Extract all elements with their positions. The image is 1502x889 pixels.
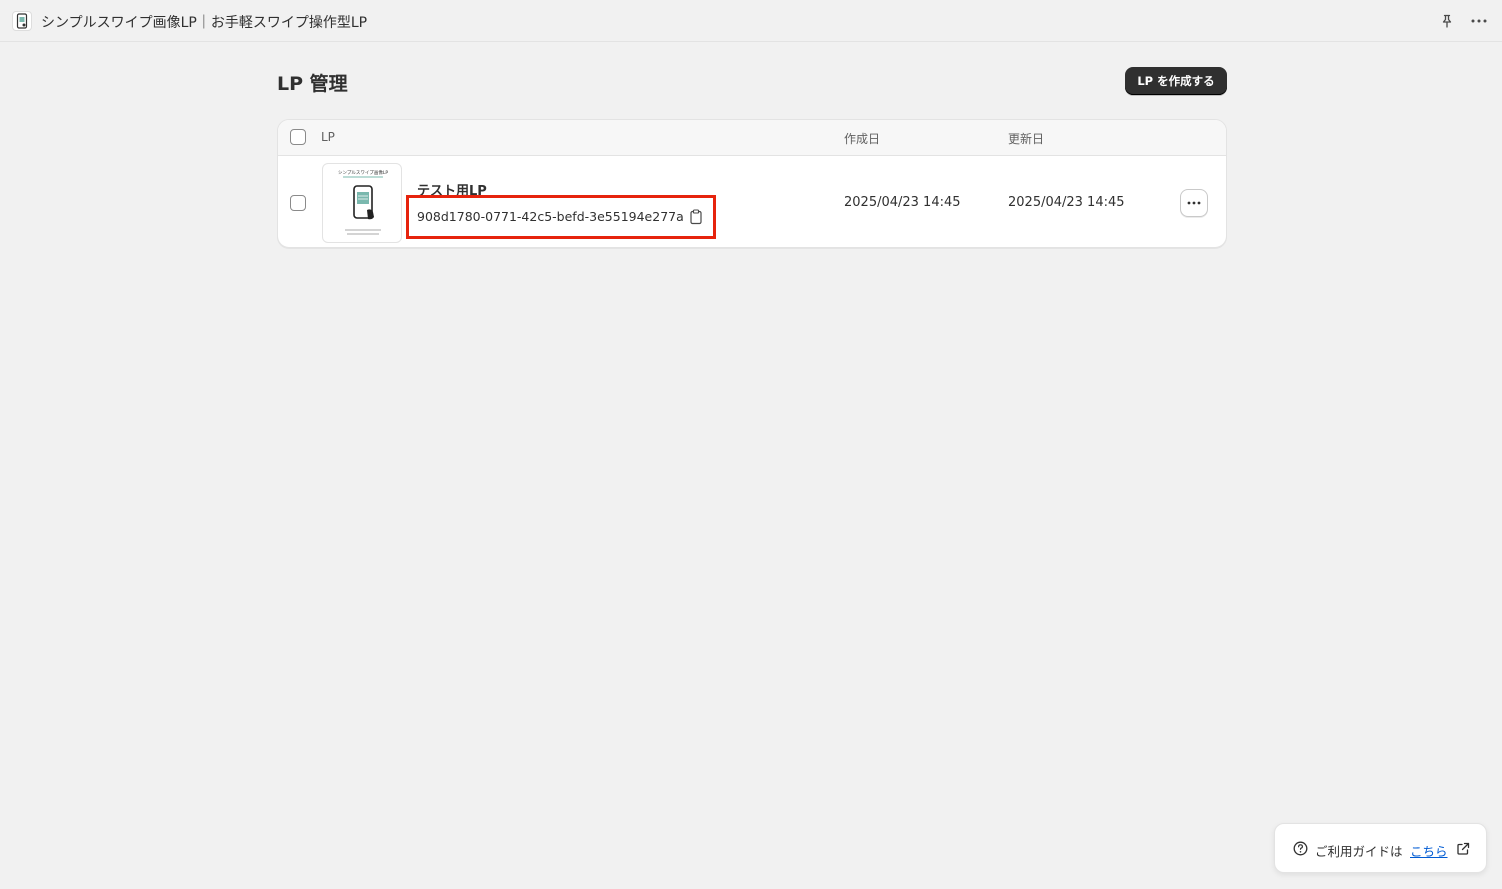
column-header-created: 作成日 — [844, 132, 881, 146]
lp-thumbnail: シンプルスワイプ画像LP — [322, 163, 402, 243]
pin-icon[interactable] — [1438, 12, 1456, 30]
table-header: LP 作成日 更新日 — [278, 120, 1226, 156]
guide-text: ご利用ガイドは — [1315, 844, 1403, 859]
app-logo-icon — [12, 11, 32, 31]
column-header-updated: 更新日 — [1008, 132, 1045, 146]
more-horizontal-icon — [1187, 201, 1201, 205]
thumbnail-title: シンプルスワイプ画像LP — [338, 169, 388, 176]
select-all-checkbox[interactable] — [290, 129, 306, 145]
created-date: 2025/04/23 14:45 — [844, 195, 961, 210]
create-lp-button[interactable]: LP を作成する — [1125, 67, 1227, 95]
help-circle-icon — [1293, 841, 1308, 856]
more-horizontal-icon[interactable] — [1470, 12, 1488, 30]
guide-link[interactable]: こちら — [1410, 841, 1448, 860]
clipboard-copy-icon[interactable] — [689, 209, 703, 225]
row-select-checkbox[interactable] — [290, 195, 306, 211]
row-actions-button[interactable] — [1180, 189, 1208, 217]
lp-id: 908d1780-0771-42c5-befd-3e55194e277a — [417, 209, 684, 224]
page-title: LP 管理 — [277, 73, 348, 95]
usage-guide-card: ご利用ガイドは こちら — [1274, 823, 1487, 873]
lp-table-card: LP 作成日 更新日 シンプルスワイプ画像LP テスト用LP 908d1780-… — [277, 119, 1227, 248]
app-title: シンプルスワイプ画像LP｜お手軽スワイプ操作型LP — [41, 15, 368, 31]
app-top-bar: シンプルスワイプ画像LP｜お手軽スワイプ操作型LP — [0, 0, 1502, 42]
external-link-icon[interactable] — [1456, 841, 1470, 855]
updated-date: 2025/04/23 14:45 — [1008, 195, 1125, 210]
column-header-lp: LP — [321, 130, 335, 144]
